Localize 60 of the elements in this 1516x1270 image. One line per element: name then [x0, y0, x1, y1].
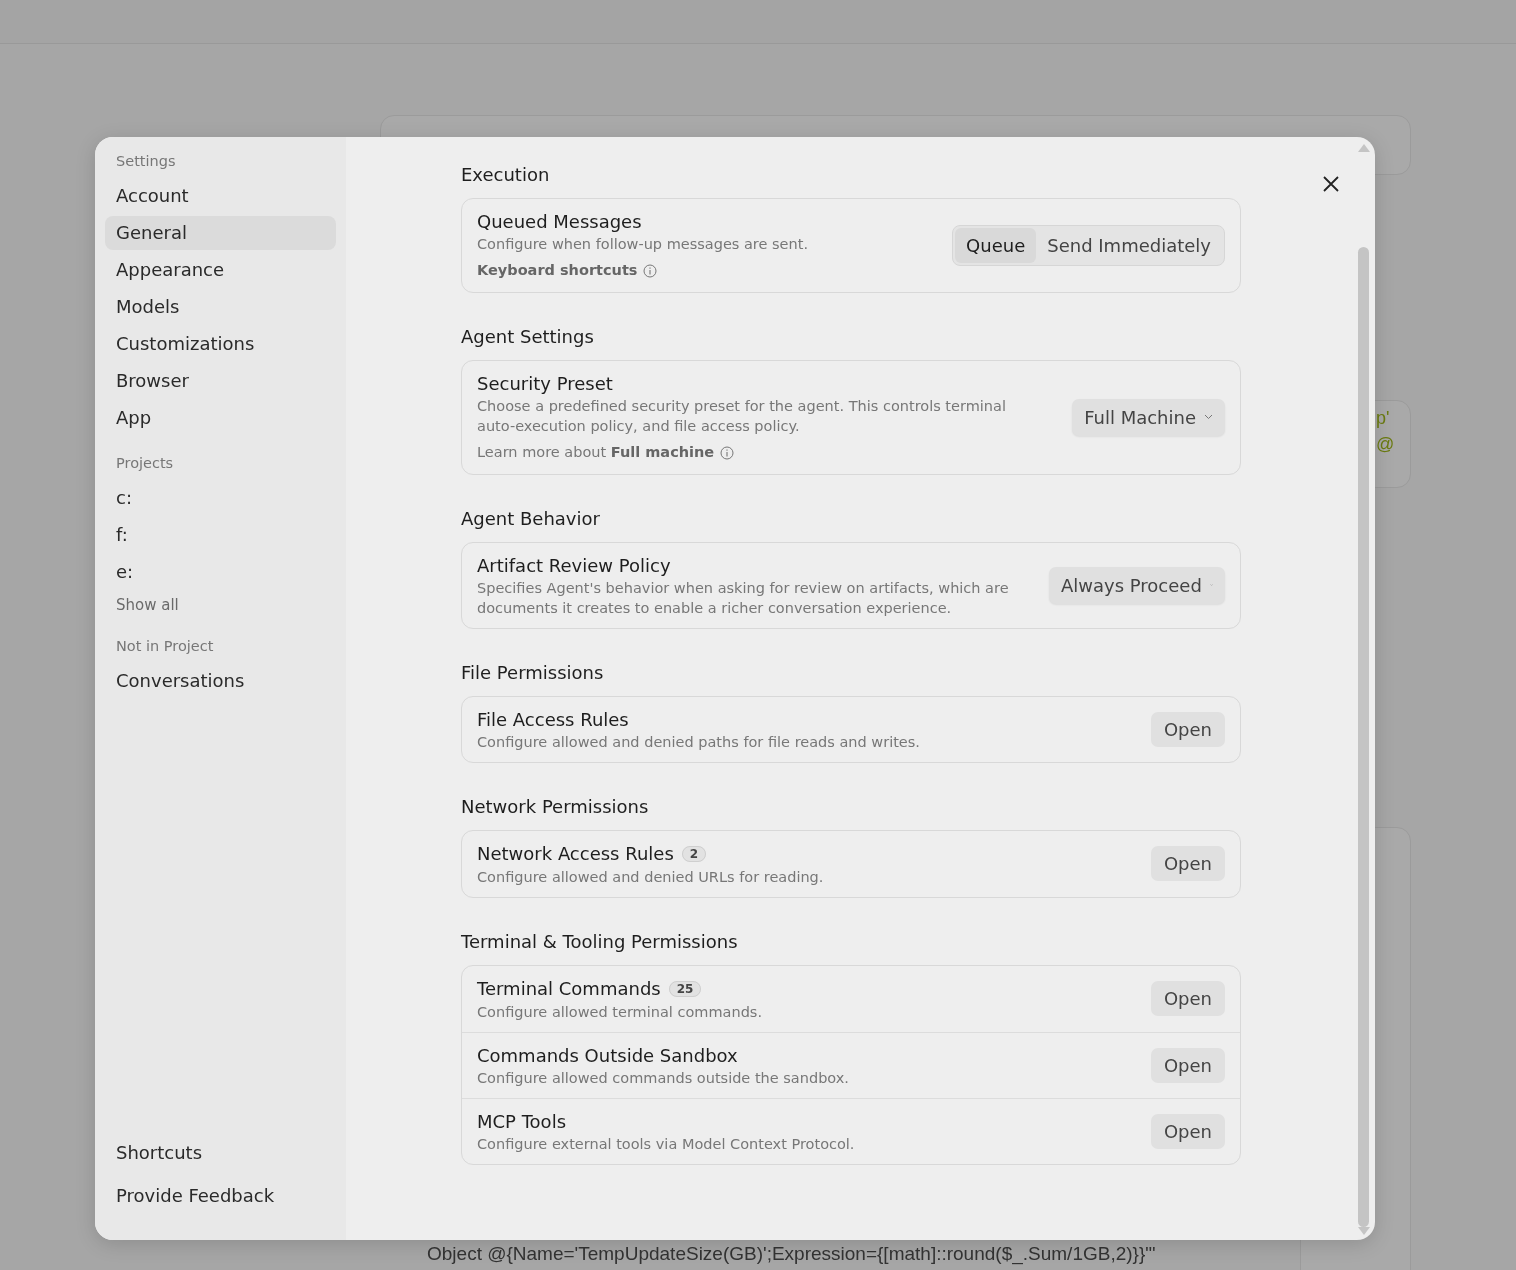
setting-description: Configure allowed and denied URLs for reading. — [477, 867, 825, 887]
setting-description: Specifies Agent's behavior when asking for review on artifacts, which are documents it creates to enable a richer conversation experience. — [477, 578, 1009, 618]
open-button[interactable]: Open — [1150, 1113, 1225, 1149]
sidebar-item[interactable]: Account — [105, 178, 336, 213]
info-icon[interactable] — [643, 263, 658, 278]
dropdown[interactable]: Full Machine — [1072, 398, 1225, 436]
section-title: Network Permissions — [461, 794, 650, 819]
sidebar-item[interactable]: Appearance — [105, 252, 336, 287]
section-heading: Settings — [115, 152, 177, 171]
sidebar-item[interactable]: f: — [105, 517, 336, 552]
setting-title: Artifact Review Policy — [477, 554, 671, 576]
setting-title: Commands Outside Sandbox — [477, 1044, 738, 1066]
setting-title: Security Preset — [477, 372, 613, 394]
sidebar-item[interactable]: c: — [105, 480, 336, 515]
dropdown[interactable]: Always Proceed — [1049, 566, 1225, 604]
setting-description: Configure allowed commands outside the sandbox. — [477, 1068, 850, 1088]
section-heading: Not in Project — [115, 637, 215, 656]
sidebar-item[interactable]: e: — [105, 554, 336, 589]
info-icon[interactable] — [720, 445, 735, 460]
sidebar-item[interactable]: General — [105, 215, 336, 250]
sidebar-item[interactable]: Shortcuts — [105, 1136, 336, 1170]
sidebar-item[interactable]: App — [105, 400, 336, 435]
code-fragment: p' — [1376, 407, 1390, 430]
open-button[interactable]: Open — [1150, 1047, 1225, 1083]
count-badge: 2 — [681, 845, 707, 862]
section-title: Agent Settings — [461, 324, 595, 349]
section-heading: Projects — [115, 453, 175, 473]
close-icon — [1323, 175, 1339, 192]
learn-more-link[interactable]: Keyboard shortcuts — [477, 260, 638, 282]
show-all-link[interactable]: Show all — [105, 591, 336, 618]
sidebar-item[interactable]: Models — [105, 289, 336, 324]
sidebar-item[interactable]: Provide Feedback — [105, 1179, 336, 1213]
code-fragment: @ — [1376, 433, 1395, 456]
setting-description: Configure when follow-up messages are sent. — [477, 235, 809, 254]
open-button[interactable]: Open — [1150, 711, 1225, 747]
segment-option[interactable]: Send Immediately — [1036, 227, 1222, 263]
chevron-down-icon — [1204, 414, 1213, 421]
section-title: Terminal & Tooling Permissions — [461, 929, 739, 954]
setting-title: Queued Messages — [477, 211, 642, 232]
sidebar-item[interactable]: Browser — [105, 363, 336, 398]
open-button[interactable]: Open — [1150, 846, 1225, 881]
sidebar-item[interactable]: Customizations — [105, 326, 336, 361]
segment-option[interactable]: Queue — [955, 227, 1037, 263]
setting-title: Terminal Commands — [477, 977, 661, 999]
open-button[interactable]: Open — [1150, 981, 1225, 1016]
setting-title: File Access Rules — [477, 708, 629, 730]
scroll-up-icon[interactable] — [1358, 143, 1370, 152]
learn-more-link[interactable]: Learn more about Full machine — [477, 441, 715, 464]
setting-title: Network Access Rules — [477, 842, 674, 864]
count-badge: 25 — [668, 980, 702, 997]
setting-description: Configure external tools via Model Context Protocol. — [477, 1134, 856, 1154]
setting-description: Configure allowed and denied paths for file reads and writes. — [477, 732, 921, 752]
setting-description: Choose a predefined security preset for the agent. This controls terminal auto-execution policy, and file access policy. — [477, 396, 1007, 436]
section-title: File Permissions — [461, 660, 605, 685]
code-line: Object @{Name='TempUpdateSize(GB)';Expression={[math]::round($_.Sum/1GB,2)}}"' — [427, 1242, 1156, 1267]
section-title: Execution — [461, 163, 551, 187]
sidebar-item[interactable]: Conversations — [105, 663, 336, 698]
setting-description: Configure allowed terminal commands. — [477, 1002, 763, 1022]
section-title: Agent Behavior — [461, 506, 601, 531]
setting-title: MCP Tools — [477, 1110, 566, 1132]
